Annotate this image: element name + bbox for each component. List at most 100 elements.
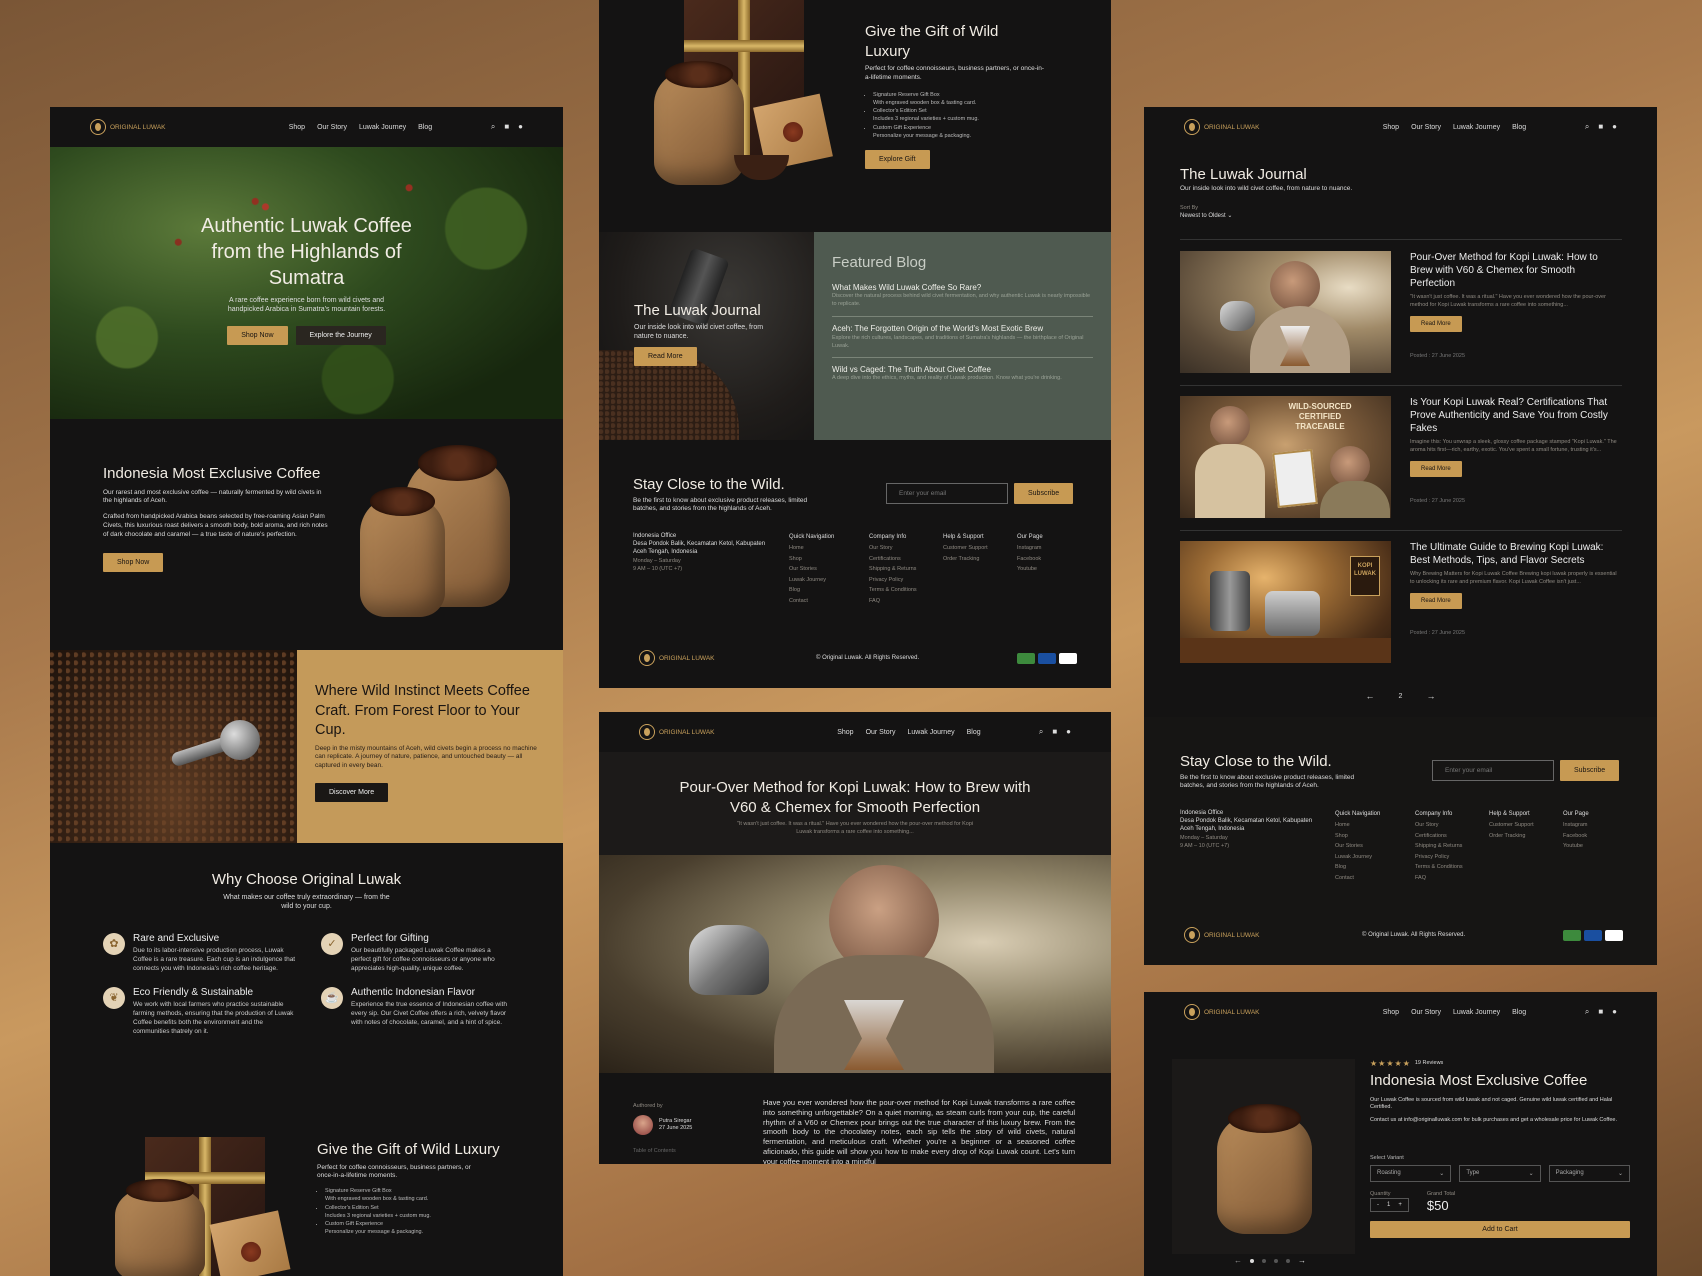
post-title[interactable]: The Ultimate Guide to Brewing Kopi Luwak… — [1410, 541, 1622, 567]
featured-item[interactable]: Aceh: The Forgotten Origin of the World'… — [832, 324, 1093, 359]
footer-link[interactable]: Our Story — [1415, 820, 1473, 830]
nav-link-shop[interactable]: Shop — [289, 124, 305, 131]
footer-link[interactable]: Privacy Policy — [1415, 852, 1473, 862]
logo[interactable]: ORIGINAL LUWAK — [1184, 119, 1324, 135]
arrow-right-icon[interactable]: → — [1298, 1256, 1306, 1265]
subscribe-button[interactable]: Subscribe — [1014, 483, 1074, 504]
footer-link[interactable]: Facebook — [1563, 831, 1603, 841]
minus-icon[interactable]: - — [1377, 1202, 1379, 1208]
user-icon[interactable]: ● — [1612, 1007, 1617, 1017]
footer-link[interactable]: FAQ — [1415, 873, 1473, 883]
featured-item[interactable]: Wild vs Caged: The Truth About Civet Cof… — [832, 365, 1093, 382]
nav-link-blog[interactable]: Blog — [1512, 124, 1526, 131]
email-input[interactable] — [1432, 760, 1554, 781]
footer-link[interactable]: Order Tracking — [943, 554, 1001, 564]
footer-link[interactable]: Customer Support — [943, 543, 1001, 553]
cart-icon[interactable]: ■ — [1598, 1007, 1603, 1017]
footer-link[interactable]: Certifications — [1415, 831, 1473, 841]
nav-link-luwak-journey[interactable]: Luwak Journey — [908, 729, 955, 736]
nav-link-blog[interactable]: Blog — [1512, 1009, 1526, 1016]
footer-link[interactable]: Shipping & Returns — [1415, 841, 1473, 851]
explore-journey-button[interactable]: Explore the Journey — [295, 326, 386, 346]
cart-icon[interactable]: ■ — [1598, 122, 1603, 132]
post-title[interactable]: Is Your Kopi Luwak Real? Certifications … — [1410, 396, 1622, 435]
footer-link[interactable]: Our Stories — [789, 564, 853, 574]
search-icon[interactable]: ⌕ — [491, 122, 495, 132]
nav-link-shop[interactable]: Shop — [1383, 1009, 1399, 1016]
user-icon[interactable]: ● — [518, 122, 523, 132]
read-more-button[interactable]: Read More — [1410, 315, 1462, 332]
footer-link[interactable]: Certifications — [869, 554, 927, 564]
search-icon[interactable]: ⌕ — [1039, 727, 1043, 737]
logo[interactable]: ORIGINAL LUWAK — [90, 119, 230, 135]
gallery-dot[interactable] — [1262, 1258, 1266, 1263]
exclusive-shop-button[interactable]: Shop Now — [103, 553, 164, 573]
post-image[interactable]: KOPI LUWAK — [1180, 541, 1391, 663]
footer-link[interactable]: Blog — [1335, 862, 1399, 872]
footer-link[interactable]: Home — [789, 543, 853, 553]
sort-dropdown[interactable]: Newest to Oldest ⌄ — [1180, 212, 1352, 219]
logo[interactable]: ORIGINAL LUWAK — [1184, 1004, 1324, 1020]
read-more-button[interactable]: Read More — [1410, 592, 1462, 609]
footer-link[interactable]: Privacy Policy — [869, 575, 927, 585]
footer-link[interactable]: Contact — [1335, 873, 1399, 883]
search-icon[interactable]: ⌕ — [1585, 1007, 1589, 1017]
add-to-cart-button[interactable]: Add to Cart — [1370, 1220, 1630, 1238]
search-icon[interactable]: ⌕ — [1585, 122, 1589, 132]
subscribe-button[interactable]: Subscribe — [1560, 760, 1620, 781]
footer-link[interactable]: Shop — [789, 554, 853, 564]
arrow-right-icon[interactable]: → — [1426, 691, 1435, 703]
nav-link-our-story[interactable]: Our Story — [317, 124, 347, 131]
read-more-button[interactable]: Read More — [634, 347, 697, 367]
footer-link[interactable]: Youtube — [1017, 564, 1057, 574]
footer-link[interactable]: Shop — [1335, 831, 1399, 841]
footer-link[interactable]: Home — [1335, 820, 1399, 830]
packaging-select[interactable]: Packaging ⌄ — [1548, 1164, 1630, 1182]
nav-link-luwak-journey[interactable]: Luwak Journey — [359, 124, 406, 131]
post-image[interactable]: WILD-SOURCED CERTIFIED TRACEABLE — [1180, 396, 1391, 518]
footer-link[interactable]: Our Story — [869, 543, 927, 553]
nav-link-luwak-journey[interactable]: Luwak Journey — [1453, 124, 1500, 131]
shop-now-button[interactable]: Shop Now — [227, 326, 288, 346]
nav-link-our-story[interactable]: Our Story — [866, 729, 896, 736]
footer-link[interactable]: Facebook — [1017, 554, 1057, 564]
featured-item[interactable]: What Makes Wild Luwak Coffee So Rare? Di… — [832, 283, 1093, 317]
gallery-dot[interactable] — [1250, 1258, 1254, 1263]
footer-link[interactable]: Youtube — [1563, 841, 1603, 851]
footer-link[interactable]: Luwak Journey — [1335, 852, 1399, 862]
footer-link[interactable]: Instagram — [1017, 543, 1057, 553]
footer-link[interactable]: Terms & Conditions — [869, 585, 927, 595]
roasting-select[interactable]: Roasting ⌄ — [1370, 1164, 1452, 1182]
user-icon[interactable]: ● — [1066, 727, 1071, 737]
nav-link-blog[interactable]: Blog — [967, 729, 981, 736]
footer-link[interactable]: Instagram — [1563, 820, 1603, 830]
nav-link-luwak-journey[interactable]: Luwak Journey — [1453, 1009, 1500, 1016]
logo[interactable]: ORIGINAL LUWAK — [639, 724, 779, 740]
footer-link[interactable]: Shipping & Returns — [869, 564, 927, 574]
gallery-dot[interactable] — [1274, 1258, 1278, 1263]
nav-link-blog[interactable]: Blog — [418, 124, 432, 131]
nav-link-our-story[interactable]: Our Story — [1411, 124, 1441, 131]
nav-link-shop[interactable]: Shop — [1383, 124, 1399, 131]
footer-link[interactable]: Our Stories — [1335, 841, 1399, 851]
footer-link[interactable]: Contact — [789, 596, 853, 606]
discover-more-button[interactable]: Discover More — [315, 782, 389, 802]
post-title[interactable]: Pour-Over Method for Kopi Luwak: How to … — [1410, 251, 1622, 290]
footer-link[interactable]: Terms & Conditions — [1415, 862, 1473, 872]
read-more-button[interactable]: Read More — [1410, 460, 1462, 477]
nav-link-shop[interactable]: Shop — [837, 729, 853, 736]
explore-gift-button[interactable]: Explore Gift — [865, 150, 930, 170]
quantity-stepper[interactable]: -1 + — [1370, 1197, 1409, 1212]
footer-link[interactable]: Customer Support — [1489, 820, 1547, 830]
user-icon[interactable]: ● — [1612, 122, 1617, 132]
email-input[interactable] — [886, 483, 1008, 504]
type-select[interactable]: Type ⌄ — [1459, 1164, 1541, 1182]
nav-link-our-story[interactable]: Our Story — [1411, 1009, 1441, 1016]
post-image[interactable] — [1180, 251, 1391, 373]
plus-icon[interactable]: + — [1398, 1202, 1402, 1208]
gallery-dot[interactable] — [1286, 1258, 1290, 1263]
page-number[interactable]: 2 — [1399, 691, 1403, 703]
cart-icon[interactable]: ■ — [1052, 727, 1057, 737]
footer-link[interactable]: FAQ — [869, 596, 927, 606]
footer-link[interactable]: Blog — [789, 585, 853, 595]
